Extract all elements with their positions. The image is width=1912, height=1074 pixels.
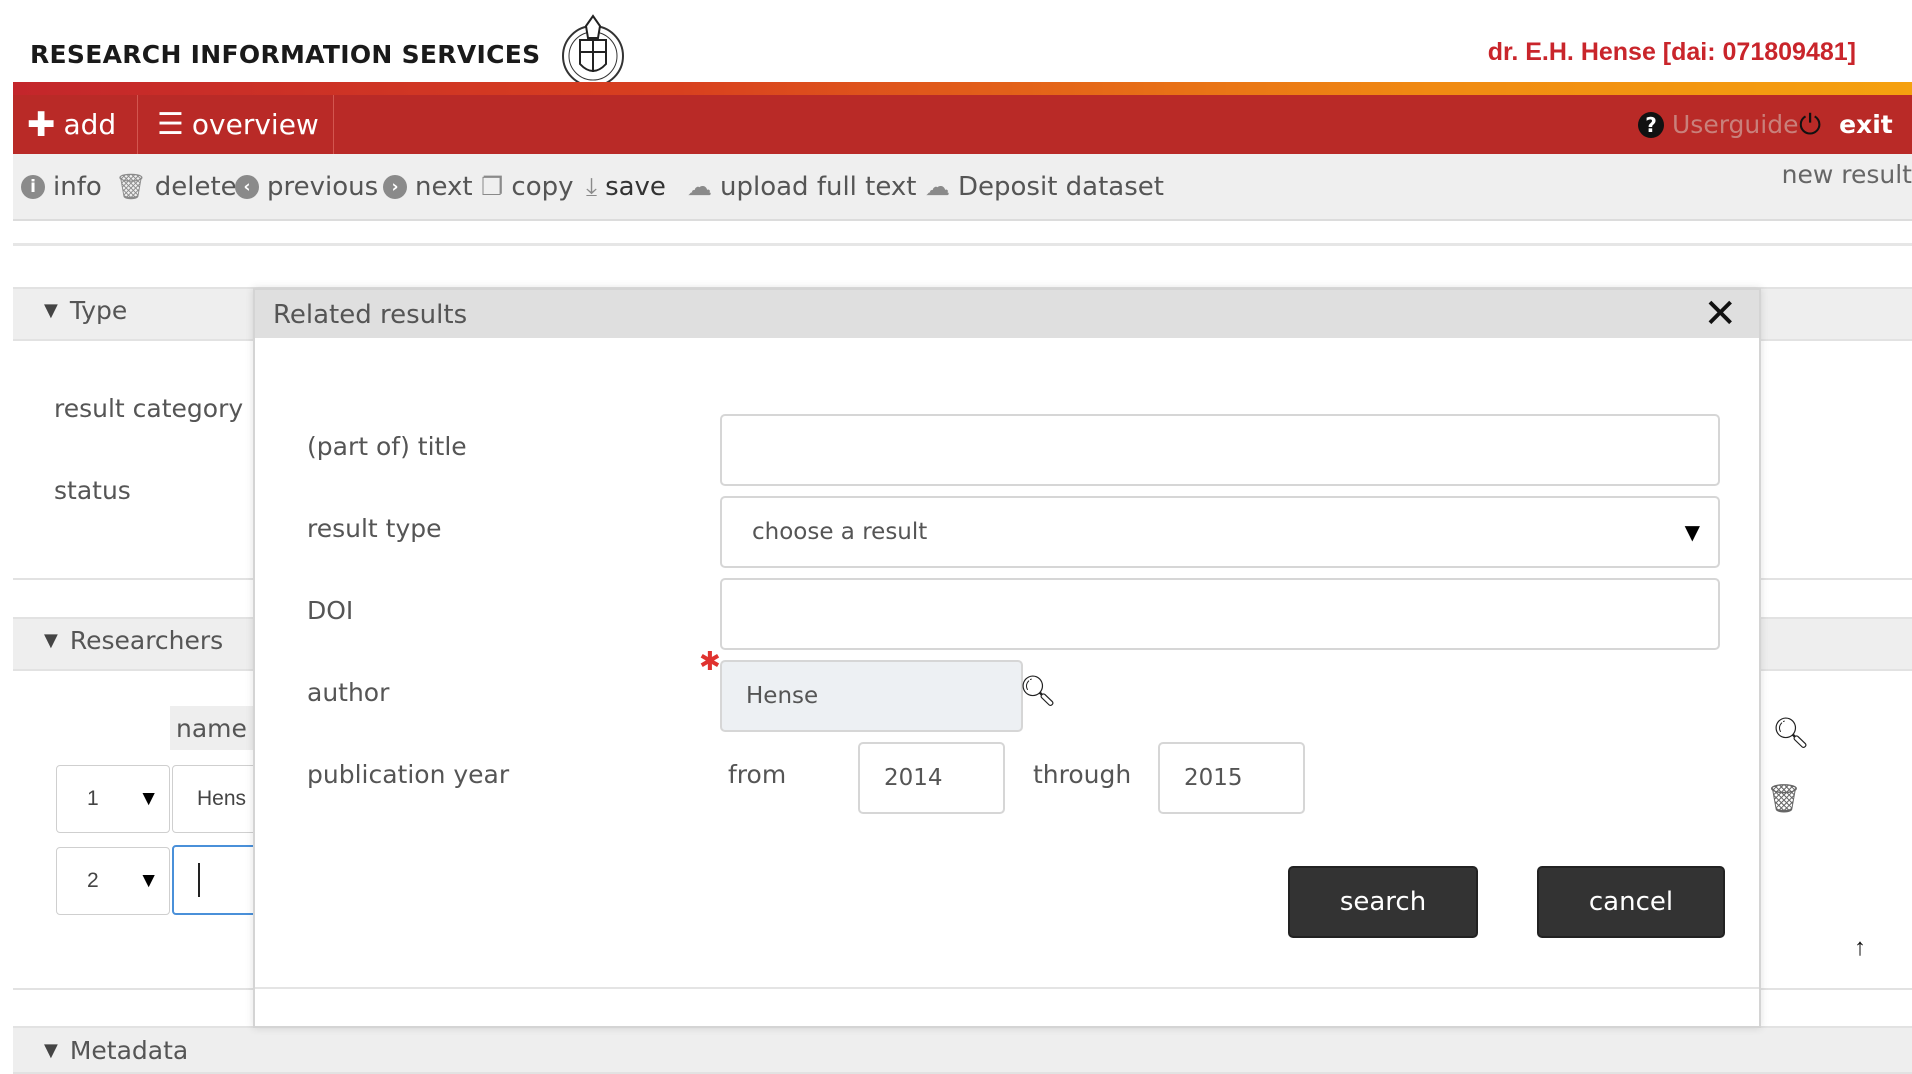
result-type-select[interactable]: choose a result ▼	[720, 496, 1720, 568]
deposit-dataset-button[interactable]: ☁ Deposit dataset	[925, 154, 1164, 219]
title-field-label: (part of) title	[307, 432, 467, 461]
userguide-label: Userguide	[1672, 110, 1799, 139]
required-asterisk-icon: ✱	[699, 646, 721, 676]
search-button[interactable]: search	[1288, 866, 1478, 938]
close-icon[interactable]: ✕	[1703, 294, 1737, 334]
year-through-input[interactable]: 2015	[1158, 742, 1305, 814]
title-input[interactable]	[720, 414, 1720, 486]
type-title-text: Type	[69, 296, 128, 325]
researchers-title-text: Researchers	[69, 626, 224, 655]
type-section-title[interactable]: ▼ Type	[44, 296, 127, 325]
through-label: through	[1033, 760, 1132, 789]
dialog-footer-divider	[255, 987, 1759, 989]
status-label: status	[54, 476, 131, 505]
plus-icon: ✚	[27, 104, 56, 145]
metadata-section-header[interactable]	[13, 1026, 1912, 1074]
previous-label: previous	[267, 171, 379, 202]
doi-label: DOI	[307, 596, 354, 625]
result-type-label: result type	[307, 514, 442, 543]
power-icon: ⏻	[1799, 107, 1822, 141]
cloud-upload-icon: ☁	[925, 172, 950, 201]
add-button[interactable]: ✚ add	[27, 95, 116, 154]
arrow-left-circle-icon: ‹	[235, 174, 259, 199]
trash-icon[interactable]: 🗑	[1766, 782, 1802, 815]
cancel-button[interactable]: cancel	[1537, 866, 1725, 938]
name-column-header: name	[170, 706, 260, 750]
previous-button[interactable]: ‹ previous	[235, 154, 378, 219]
university-seal-logo	[562, 14, 624, 90]
divider	[13, 243, 1912, 246]
metadata-section-title[interactable]: ▼ Metadata	[44, 1036, 188, 1065]
caret-down-icon: ▼	[44, 630, 58, 651]
order-value: 1	[87, 787, 99, 810]
download-icon: ⤓	[586, 171, 598, 201]
metadata-title-text: Metadata	[69, 1036, 189, 1065]
new-result-label: new result	[1781, 160, 1912, 189]
caret-down-icon: ▼	[1684, 520, 1700, 544]
copy-icon: ❐	[481, 172, 504, 201]
arrow-right-circle-icon: ›	[383, 174, 407, 199]
dialog-title: Related results	[273, 300, 468, 330]
list-icon: ☰	[157, 107, 184, 142]
caret-down-icon: ▼	[44, 1040, 58, 1061]
upload-full-text-button[interactable]: ☁ upload full text	[687, 154, 916, 219]
trash-icon: 🗑	[115, 171, 147, 201]
app-header: RESEARCH INFORMATION SERVICES dr. E.H. H…	[0, 0, 1912, 95]
cloud-upload-icon: ☁	[687, 172, 712, 201]
researchers-section-title[interactable]: ▼ Researchers	[44, 626, 223, 655]
author-label: author	[307, 678, 390, 707]
author-input[interactable]: Hense	[720, 660, 1023, 732]
dialog-header: Related results ✕	[255, 290, 1759, 338]
search-icon[interactable]: 🔍︎	[1772, 716, 1810, 751]
name-header-text: name	[176, 714, 247, 743]
userguide-link[interactable]: ? Userguide	[1638, 95, 1798, 154]
caret-down-icon: ▼	[44, 300, 58, 321]
caret-down-icon: ▼	[138, 787, 159, 810]
action-toolbar: i info 🗑 delete ‹ previous › next ❐ copy…	[13, 154, 1912, 221]
exit-button[interactable]: ⏻ exit	[1799, 95, 1893, 154]
text-cursor	[198, 863, 200, 897]
doi-input[interactable]	[720, 578, 1720, 650]
copy-label: copy	[511, 171, 574, 202]
main-nav-bar: ✚ add ☰ overview ? Userguide ⏻ exit	[13, 95, 1912, 154]
author-search-icon[interactable]: 🔍︎	[1019, 674, 1057, 709]
researcher-name-input[interactable]: Hens	[172, 765, 262, 833]
question-circle-icon: ?	[1638, 111, 1664, 138]
overview-button[interactable]: ☰ overview	[157, 95, 319, 154]
from-label: from	[728, 760, 787, 789]
save-button[interactable]: ⤓ save	[586, 154, 666, 219]
caret-down-icon: ▼	[138, 869, 159, 892]
arrow-up-icon[interactable]: ↑	[1854, 934, 1866, 962]
nav-divider	[333, 95, 334, 154]
result-type-value: choose a result	[752, 519, 928, 545]
researcher-order-select[interactable]: 2 ▼	[56, 847, 170, 915]
next-label: next	[415, 171, 473, 202]
save-label: save	[605, 171, 666, 202]
nav-divider	[137, 95, 138, 154]
current-user-label[interactable]: dr. E.H. Hense [dai: 071809481]	[1488, 38, 1856, 67]
delete-button[interactable]: 🗑 delete	[115, 154, 237, 219]
upload-label: upload full text	[720, 171, 917, 202]
copy-button[interactable]: ❐ copy	[481, 154, 574, 219]
exit-label: exit	[1839, 110, 1893, 139]
year-from-input[interactable]: 2014	[858, 742, 1005, 814]
add-label: add	[63, 108, 117, 141]
info-icon: i	[21, 174, 45, 199]
overview-label: overview	[191, 108, 319, 141]
result-category-label: result category	[54, 394, 244, 423]
researcher-name-value: Hens	[197, 787, 247, 810]
order-value: 2	[87, 869, 99, 892]
next-button[interactable]: › next	[383, 154, 473, 219]
deposit-label: Deposit dataset	[958, 171, 1164, 202]
delete-label: delete	[154, 171, 237, 202]
researcher-order-select[interactable]: 1 ▼	[56, 765, 170, 833]
publication-year-label: publication year	[307, 760, 510, 789]
related-results-dialog: Related results ✕ (part of) title result…	[253, 288, 1761, 1028]
info-button[interactable]: i info	[21, 154, 102, 219]
info-label: info	[53, 171, 102, 202]
researcher-name-input-active[interactable]	[172, 845, 262, 915]
brand-title: RESEARCH INFORMATION SERVICES	[30, 40, 541, 69]
